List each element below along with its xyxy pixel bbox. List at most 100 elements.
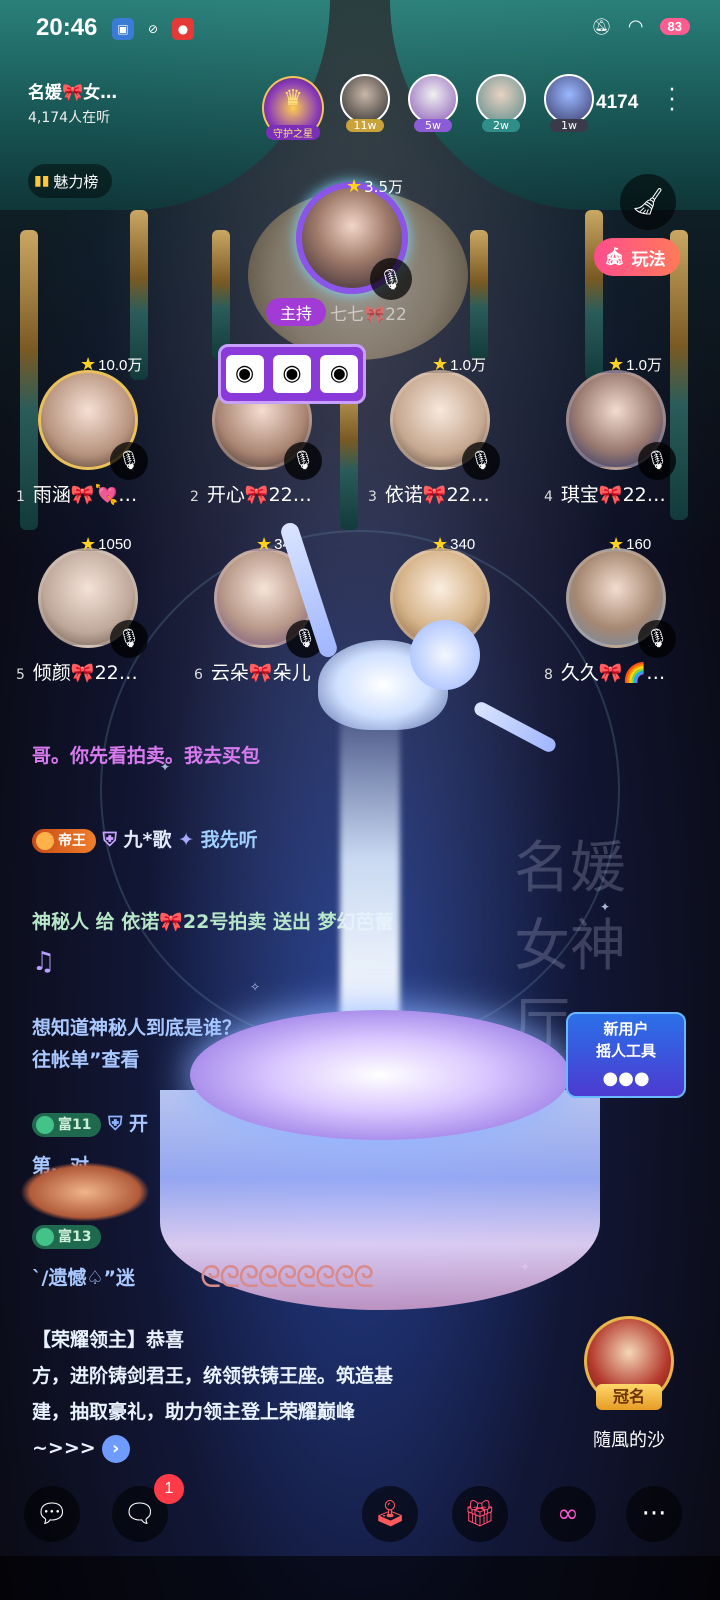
gift-icon[interactable]: 🎁︎ xyxy=(452,1486,508,1542)
crest-icon: ⛨ xyxy=(108,1113,123,1135)
broom-icon[interactable]: 🧹︎ xyxy=(620,174,676,230)
chat-message: 帝王 ⛨ 九*歌 ✦ 我先听 xyxy=(32,824,258,857)
more-vertical-icon[interactable]: · · · xyxy=(664,80,680,122)
balls-icon: ●●● xyxy=(602,1068,650,1089)
room-listener-count: 4,174人在听 xyxy=(28,110,111,126)
app-notification-icon: ● xyxy=(172,18,194,40)
chat-message: 神秘人 给 依诺🎀22号拍卖 送出 梦幻芭蕾 xyxy=(32,911,394,933)
seat-label: 1 雨涵🎀💘… xyxy=(16,484,138,506)
host-score: ★ 3.5万 xyxy=(346,176,403,197)
status-indicators: 🔕︎ ◠ 83 xyxy=(591,16,690,37)
sponsor-name: 隨風的沙 xyxy=(593,1430,665,1451)
mic-off-icon: 🎙︎ xyxy=(462,442,500,480)
chat-message: 富13 xyxy=(32,1220,102,1253)
sponsor-card[interactable]: 冠名 隨風的沙 xyxy=(574,1316,684,1452)
crest-icon: ✦ xyxy=(178,829,194,851)
app-notification-icon: ▣ xyxy=(112,18,134,40)
guard-star-label: 守护之星 xyxy=(266,125,320,140)
chevron-right-icon[interactable]: › xyxy=(101,1434,130,1463)
rich-badge: 富11 xyxy=(32,1112,102,1137)
more-icon[interactable]: ··· xyxy=(626,1486,682,1542)
sponsor-tag: 冠名 xyxy=(596,1384,662,1410)
seat-score: ★ 1.0万 xyxy=(432,354,486,374)
top-fan-avatar[interactable]: 11w xyxy=(340,74,390,132)
gift-effect-beam xyxy=(340,680,400,1040)
top-fan-avatar[interactable]: 2w xyxy=(476,74,526,132)
seat-score: ★ 160 xyxy=(608,534,652,554)
new-user-label: 新用户 xyxy=(603,1020,649,1038)
room-name: 名媛🎀女… xyxy=(28,83,118,103)
mute-icon: 🔕︎ xyxy=(591,17,612,36)
tassel-decoration xyxy=(212,230,230,360)
chat-message: `/遗憾♤”迷 xyxy=(32,1267,135,1289)
room-info[interactable]: 名媛🎀女… 4,174人在听 xyxy=(28,78,117,127)
host-tag: 主持 xyxy=(266,298,327,326)
chat-username: 九*歌 xyxy=(123,829,172,851)
host-name: 七七🎀22 xyxy=(330,305,407,325)
play-mode-label: 玩法 xyxy=(631,249,666,270)
mic-off-icon: 🎙︎ xyxy=(638,442,676,480)
bottom-toolbar: 💬︎ 🗨︎ 1 🕹︎ 🎁︎ ∞ ··· xyxy=(0,1474,720,1556)
chat-text: 我先听 xyxy=(200,829,258,851)
top-fan-avatar[interactable]: 1w xyxy=(544,74,594,132)
mic-off-icon: 🎙︎ xyxy=(110,620,148,658)
status-bar: 20:46 ▣ ⊘ ● 🔕︎ ◠ 83 xyxy=(0,12,720,48)
chat-message: 哥。你先看拍卖。我去买包 xyxy=(32,745,261,767)
crest-icon: ⛨ xyxy=(102,829,117,851)
top-fan-count: 1w xyxy=(550,119,588,132)
gift-effect-ornament xyxy=(20,1162,150,1222)
bar-chart-icon: ▮▮ xyxy=(34,173,50,189)
top-fan-count: 2w xyxy=(482,119,520,132)
gift-effect-music-box: ᘓᘓᘓᘓᘓᘓᘓᘓᘓ xyxy=(150,1010,610,1330)
new-user-tool-label: 摇人工具 xyxy=(595,1042,656,1060)
emoji-icon: ◉ xyxy=(225,355,264,393)
new-user-tool-card[interactable]: 新用户 摇人工具 ●●● xyxy=(566,1012,686,1098)
emoji-message-bubble: ◉ ◉ ◉ xyxy=(218,344,366,404)
mic-off-icon: 🎙︎ xyxy=(110,442,148,480)
seat-score: ★ 10.0万 xyxy=(80,354,143,374)
seat-score: ★ 1050 xyxy=(80,534,132,554)
crest-icon: ♛ xyxy=(283,86,303,111)
seat-score: ★340 xyxy=(432,534,476,554)
star-icon: ★ xyxy=(346,176,363,197)
navigation-bar xyxy=(0,1556,720,1600)
chat-bubble-icon[interactable]: 💬︎ xyxy=(24,1486,80,1542)
top-fan-count: 5w xyxy=(414,119,452,132)
announcement-text[interactable]: 【荣耀领主】恭喜 方，进阶铸剑君王，统领铁铸王座。筑造基 建，抽取豪礼，助力领主… xyxy=(32,1322,492,1466)
guard-star-badge[interactable]: ♛ 守护之星 xyxy=(262,76,324,140)
top-fan-count: 11w xyxy=(346,119,384,132)
emoji-icon: ◉ xyxy=(320,355,359,393)
seat-label: 4 琪宝🎀22… xyxy=(544,484,666,506)
gift-icon: ♫ xyxy=(32,947,56,977)
charm-rank-label: 魅力榜 xyxy=(53,172,99,191)
mic-icon[interactable]: 🎙︎ xyxy=(370,258,412,300)
message-count-badge: 1 xyxy=(154,1474,184,1504)
play-mode-button[interactable]: 🎪︎ 玩法 xyxy=(594,238,680,276)
tassel-decoration xyxy=(585,210,603,380)
seat-label: 5 倾颜🎀22… xyxy=(16,662,138,684)
tassel-decoration xyxy=(470,230,488,360)
play-icon: 🎪︎ xyxy=(604,247,626,267)
rich-badge: 富13 xyxy=(32,1224,102,1249)
charm-rank-button[interactable]: ▮▮ 魅力榜 xyxy=(28,164,113,198)
battery-indicator: 83 xyxy=(659,18,690,35)
seat-label: 3 依诺🎀22… xyxy=(368,484,490,506)
seat-score: ★ 1.0万 xyxy=(608,354,662,374)
app-notification-icon: ⊘ xyxy=(147,22,159,36)
chat-message: 往帐单”查看 xyxy=(32,1049,140,1071)
gift-effect-dancer xyxy=(410,620,480,690)
mic-off-icon: 🎙︎ xyxy=(638,620,676,658)
link-icon[interactable]: ∞ xyxy=(540,1486,596,1542)
wifi-icon: ◠ xyxy=(627,16,644,37)
status-time: 20:46 xyxy=(36,14,98,41)
joystick-icon[interactable]: 🕹︎ xyxy=(362,1486,418,1542)
emperor-badge: 帝王 xyxy=(32,828,96,853)
top-fan-avatar[interactable]: 5w xyxy=(408,74,458,132)
seat-label: 2 开心🎀22… xyxy=(190,484,312,506)
chat-username: 开 xyxy=(129,1113,149,1135)
host-score-value: 3.5万 xyxy=(364,178,403,196)
chat-message: 富11 ⛨ 开 xyxy=(32,1108,148,1141)
seat-label: 8 久久🎀🌈… xyxy=(544,662,666,684)
mic-off-icon: 🎙︎ xyxy=(284,442,322,480)
online-count[interactable]: 4174 xyxy=(596,92,638,114)
